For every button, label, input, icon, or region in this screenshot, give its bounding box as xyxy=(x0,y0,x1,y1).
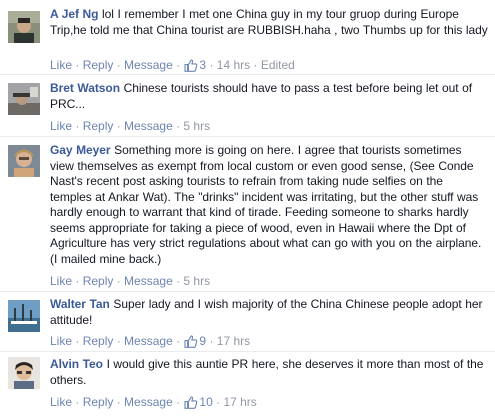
comment-text: lol I remember I met one China guy in my… xyxy=(50,7,488,37)
comment-author[interactable]: Bret Watson xyxy=(50,81,120,95)
divider xyxy=(0,136,495,137)
profile-photo-icon xyxy=(8,357,40,389)
message-link[interactable]: Message xyxy=(124,58,173,72)
comment-body: Alvin Teo I would give this auntie PR he… xyxy=(50,357,488,388)
reply-link[interactable]: Reply xyxy=(83,119,114,133)
comment-author[interactable]: A Jef Ng xyxy=(50,7,98,21)
timestamp[interactable]: 14 hrs xyxy=(217,58,250,72)
like-count[interactable]: 9 xyxy=(183,334,206,348)
separator: · xyxy=(113,334,125,348)
comment-author[interactable]: Walter Tan xyxy=(50,297,110,311)
separator: · xyxy=(113,274,125,288)
separator: · xyxy=(206,334,217,348)
divider xyxy=(0,74,495,75)
comment-actions: Like · Reply · Message · 5 hrs xyxy=(50,273,210,289)
profile-photo-icon xyxy=(8,83,40,115)
avatar[interactable] xyxy=(8,11,40,43)
timestamp[interactable]: 5 hrs xyxy=(183,274,210,288)
separator: · xyxy=(113,395,125,409)
like-link[interactable]: Like xyxy=(50,334,72,348)
separator: · xyxy=(172,58,184,72)
comment-actions: Like · Reply · Message · 10 · 17 hrs xyxy=(50,394,257,410)
like-link[interactable]: Like xyxy=(50,274,72,288)
comment-author[interactable]: Alvin Teo xyxy=(50,357,103,371)
comment-body: Gay Meyer Something more is going on her… xyxy=(50,143,488,267)
separator: · xyxy=(172,274,184,288)
separator: · xyxy=(72,334,83,348)
comment-text: Something more is going on here. I agree… xyxy=(50,143,482,266)
avatar[interactable] xyxy=(8,300,40,332)
separator: · xyxy=(206,58,217,72)
separator: · xyxy=(113,58,125,72)
separator: · xyxy=(72,395,83,409)
separator: · xyxy=(172,334,184,348)
comment-author[interactable]: Gay Meyer xyxy=(50,143,111,157)
comment-body: A Jef Ng lol I remember I met one China … xyxy=(50,7,488,38)
reply-link[interactable]: Reply xyxy=(83,58,114,72)
like-count[interactable]: 10 xyxy=(183,395,213,409)
timestamp[interactable]: 5 hrs xyxy=(183,119,210,133)
message-link[interactable]: Message xyxy=(124,395,173,409)
avatar[interactable] xyxy=(8,83,40,115)
reply-link[interactable]: Reply xyxy=(83,334,114,348)
reply-link[interactable]: Reply xyxy=(83,274,114,288)
comment-text: I would give this auntie PR here, she de… xyxy=(50,357,484,387)
comment-text: Super lady and I wish majority of the Ch… xyxy=(50,297,483,327)
message-link[interactable]: Message xyxy=(124,119,173,133)
divider xyxy=(0,351,495,352)
separator: · xyxy=(172,395,184,409)
thumbs-up-icon xyxy=(184,335,198,352)
divider xyxy=(0,291,495,292)
separator: · xyxy=(113,119,125,133)
like-count[interactable]: 3 xyxy=(183,58,206,72)
comment-actions: Like · Reply · Message · 5 hrs xyxy=(50,118,210,134)
separator: · xyxy=(72,119,83,133)
like-link[interactable]: Like xyxy=(50,395,72,409)
thumbs-up-icon xyxy=(184,396,198,413)
profile-photo-icon xyxy=(8,145,40,177)
profile-photo-icon xyxy=(8,11,40,43)
separator: · xyxy=(212,395,224,409)
separator: · xyxy=(72,58,83,72)
comment-body: Walter Tan Super lady and I wish majorit… xyxy=(50,297,488,328)
like-link[interactable]: Like xyxy=(50,119,72,133)
message-link[interactable]: Message xyxy=(124,334,173,348)
reply-link[interactable]: Reply xyxy=(83,395,114,409)
message-link[interactable]: Message xyxy=(124,274,173,288)
comment-body: Bret Watson Chinese tourists should have… xyxy=(50,81,488,112)
separator: · xyxy=(72,274,83,288)
separator: · xyxy=(172,119,184,133)
profile-photo-icon xyxy=(8,300,40,332)
avatar[interactable] xyxy=(8,145,40,177)
timestamp[interactable]: 17 hrs xyxy=(223,395,256,409)
comment-actions: Like · Reply · Message · 9 · 17 hrs xyxy=(50,333,250,349)
like-link[interactable]: Like xyxy=(50,58,72,72)
comment-actions: Like · Reply · Message · 3 · 14 hrs · Ed… xyxy=(50,57,295,73)
separator: · xyxy=(250,58,261,72)
edited-label[interactable]: Edited xyxy=(261,58,295,72)
like-count-value: 10 xyxy=(199,395,213,409)
timestamp[interactable]: 17 hrs xyxy=(217,334,250,348)
avatar[interactable] xyxy=(8,357,40,389)
